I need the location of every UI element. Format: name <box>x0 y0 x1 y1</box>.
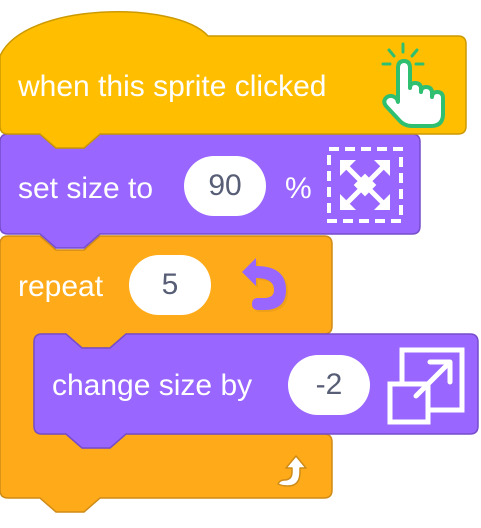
repeat-arrow-icon <box>277 455 307 487</box>
change-size-label: change size by <box>52 369 253 402</box>
repeat-label: repeat <box>18 270 104 303</box>
script-canvas: when this sprite clicked set size to 90 … <box>0 0 481 528</box>
set-size-value-input[interactable]: 90 <box>184 156 266 216</box>
hat-block-label: when this sprite clicked <box>18 70 327 103</box>
set-size-unit-label: % <box>285 172 312 205</box>
set-size-label: set size to <box>18 172 154 205</box>
loop-arrow-icon <box>242 258 288 312</box>
pointing-hand-icon <box>381 42 445 128</box>
fullscreen-arrows-icon <box>327 147 403 223</box>
change-size-value-input[interactable]: -2 <box>288 355 370 415</box>
resize-expand-icon <box>387 347 465 425</box>
repeat-count-input[interactable]: 5 <box>129 255 211 315</box>
